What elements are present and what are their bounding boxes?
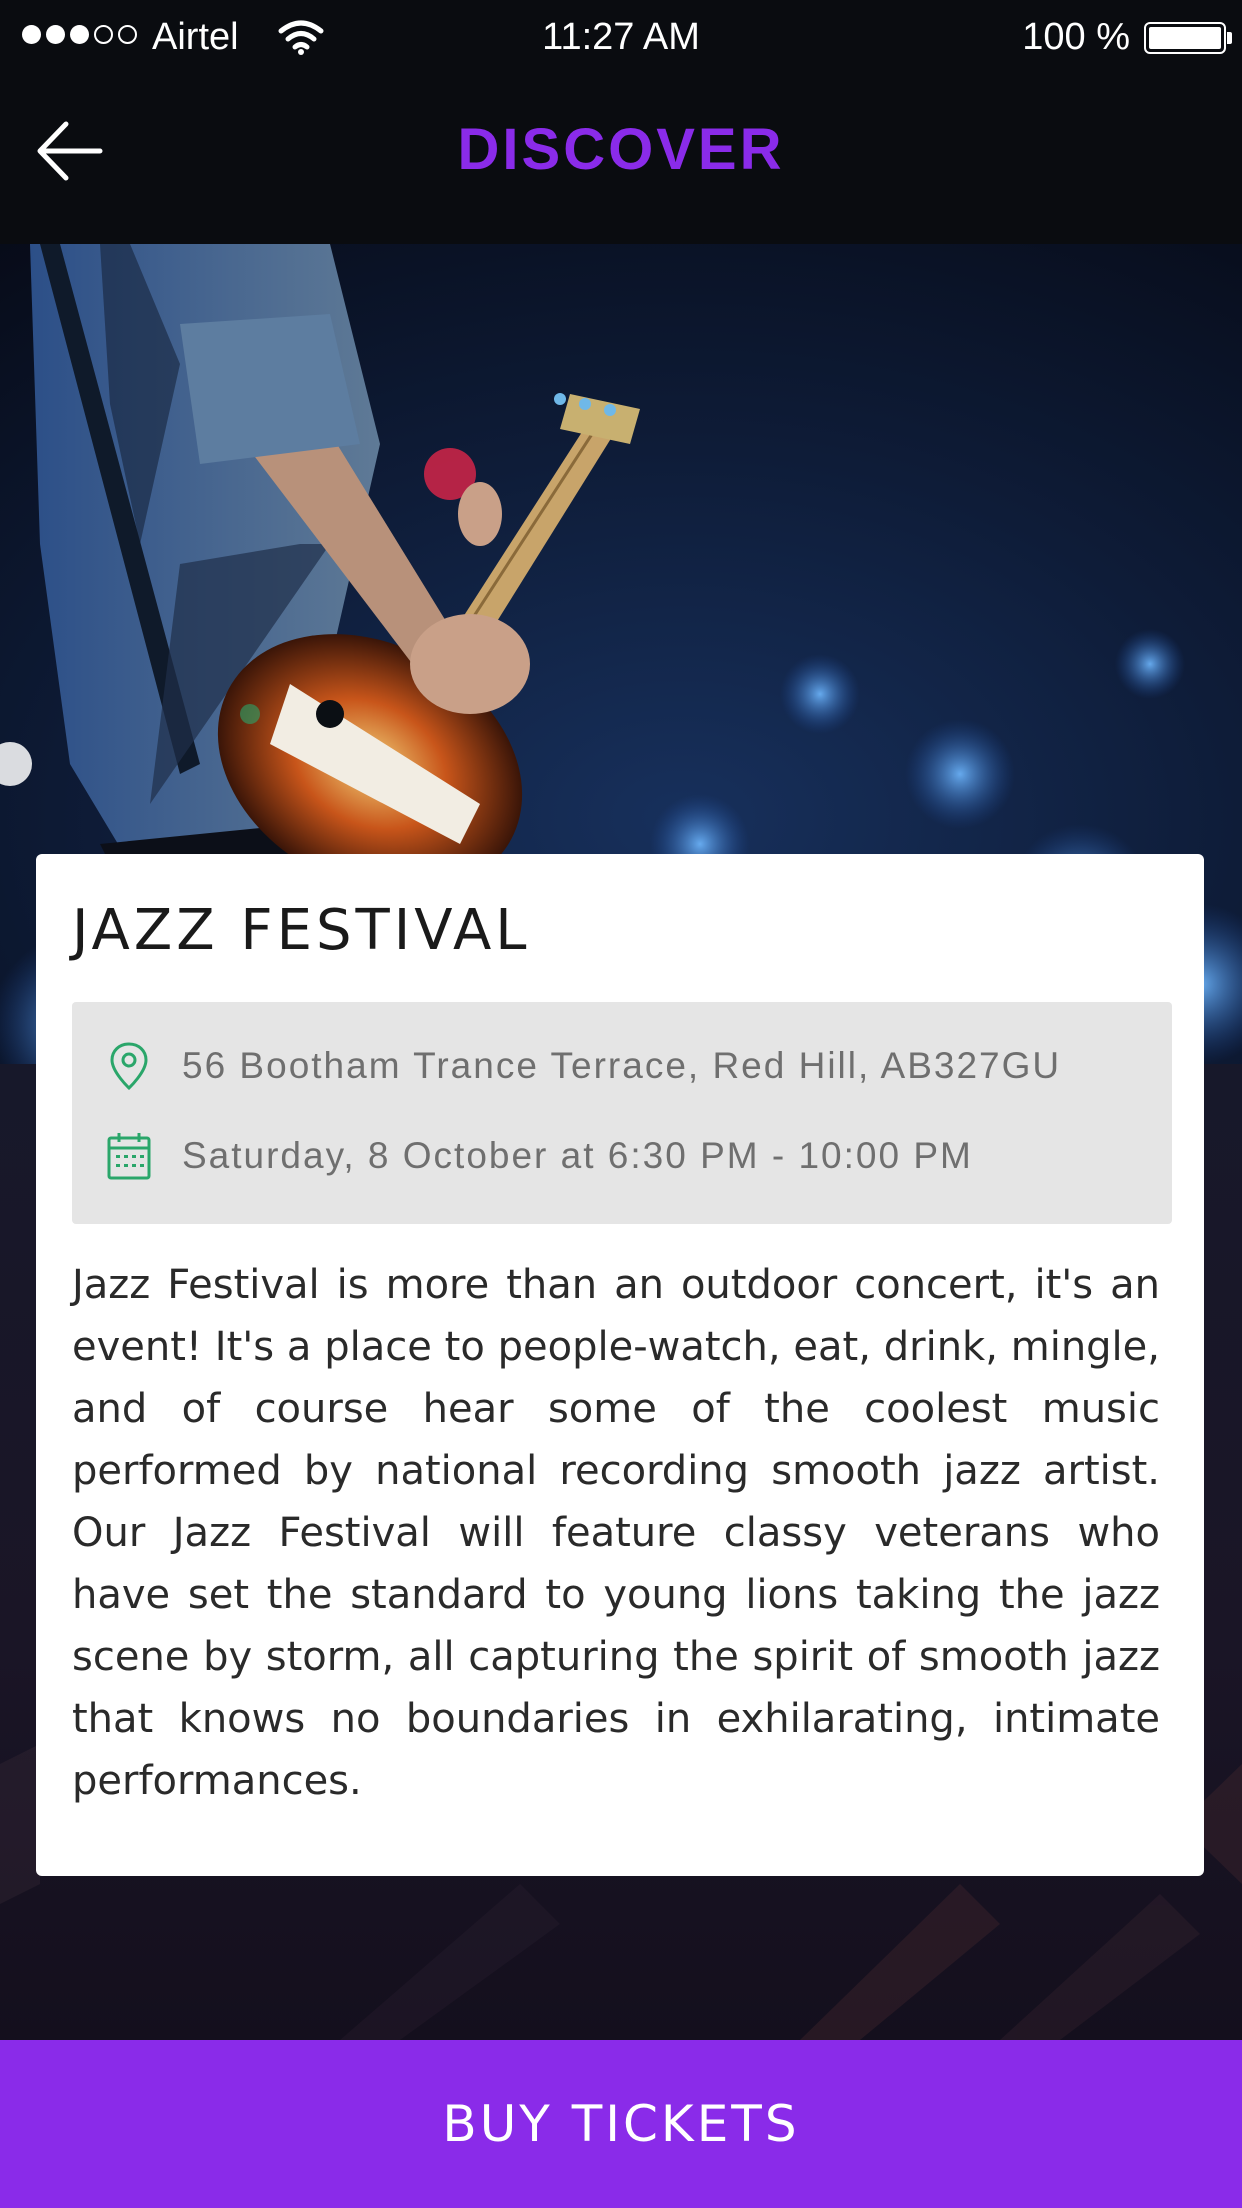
nav-bar: DISCOVER [0, 76, 1242, 244]
event-location-text: 56 Bootham Trance Terrace, Red Hill, AB3… [182, 1045, 1062, 1086]
battery-icon [1144, 22, 1226, 54]
map-pin-icon [110, 1042, 148, 1091]
event-title: JAZZ FESTIVAL [72, 898, 531, 963]
calendar-icon [107, 1133, 151, 1180]
buy-tickets-button[interactable]: BUY TICKETS [0, 2040, 1242, 2208]
event-location: 56 Bootham Trance Terrace, Red Hill, AB3… [106, 1040, 1061, 1092]
page-title: DISCOVER [457, 117, 785, 182]
event-info-box: 56 Bootham Trance Terrace, Red Hill, AB3… [72, 1002, 1172, 1224]
event-datetime: Saturday, 8 October at 6:30 PM - 10:00 P… [106, 1130, 973, 1182]
status-bar: Airtel 11:27 AM 100 % [0, 0, 1242, 76]
event-card: JAZZ FESTIVAL 56 Bootham Trance Terrace,… [36, 854, 1204, 1876]
battery-percentage: 100 % [1022, 16, 1130, 58]
event-description: Jazz Festival is more than an outdoor co… [72, 1262, 1160, 1804]
event-datetime-text: Saturday, 8 October at 6:30 PM - 10:00 P… [182, 1135, 973, 1176]
